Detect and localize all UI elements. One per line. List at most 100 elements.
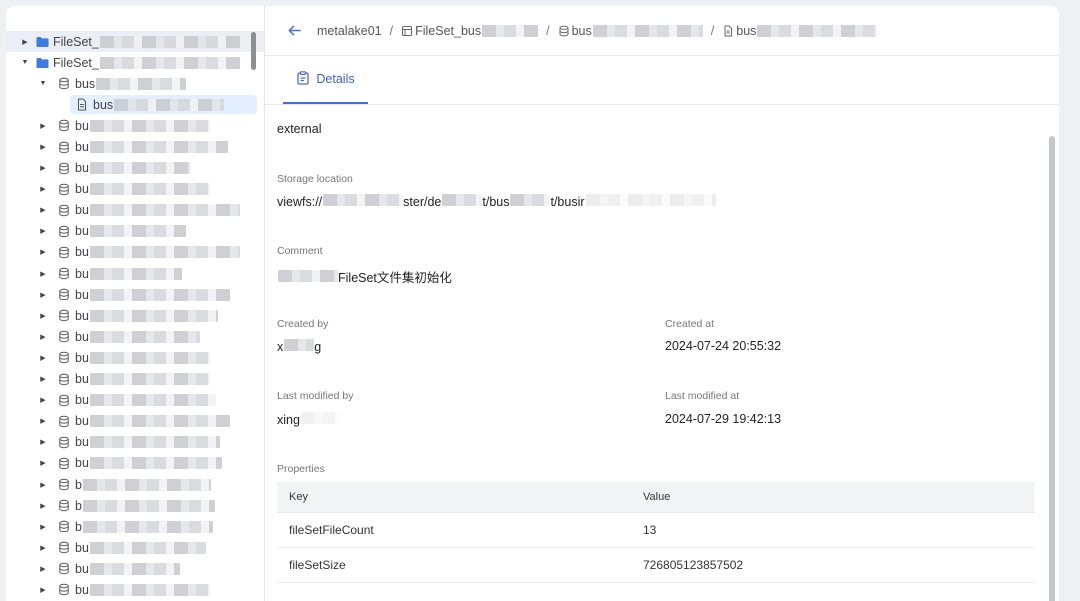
caret-down-icon[interactable]: ▼ [20,58,30,68]
tree-node-schema[interactable]: ▶ bu [6,158,264,179]
tree-node-label: b [75,477,82,492]
tree-node-schema[interactable]: ▶ bu [6,558,264,579]
tree-node-schema[interactable]: ▶ bu [6,284,264,305]
caret-right-icon[interactable]: ▶ [38,564,48,574]
caret-right-icon[interactable]: ▶ [38,184,48,194]
caret-right-icon[interactable]: ▶ [38,480,48,490]
tree-node-schema[interactable]: ▶ bu [6,369,264,390]
redacted-text [757,24,878,37]
tree-node-label: bu [75,561,89,576]
tree-node-catalog[interactable]: ▼ FileSet_ [6,52,264,73]
caret-right-icon[interactable]: ▶ [38,522,48,532]
sidebar-scrollbar[interactable] [251,32,256,70]
app-window: ▶ FileSet_ ▼ FileSet_ ▼ bus bus ▶ bu ▶ bu ▶ bu ▶ bu ▶ bu… [6,6,1059,601]
breadcrumb-separator: / [546,23,550,38]
caret-right-icon[interactable]: ▶ [38,501,48,511]
tree-node-label: bu [75,329,89,344]
caret-right-icon[interactable]: ▶ [38,290,48,300]
redacted-text [89,225,186,238]
tree-node-label: bu [75,266,89,281]
caret-right-icon[interactable]: ▶ [38,395,48,405]
database-icon [58,351,71,364]
tree-node-schema[interactable]: ▶ bu [6,326,264,347]
tree-node-fileset[interactable]: bus [6,94,264,115]
tree-node-schema[interactable]: ▶ b [6,474,264,495]
file-icon [722,25,734,37]
tree-node-label: bu [75,308,89,323]
property-key: fileSetSize [289,558,346,572]
last-modified-by-value: xing [277,412,341,427]
redacted-text [284,339,315,351]
redacted-text [323,194,404,206]
breadcrumb-separator: / [710,23,715,38]
caret-right-icon[interactable]: ▶ [38,543,48,553]
caret-right-icon[interactable]: ▶ [38,353,48,363]
created-by-label: Created by [277,318,329,330]
caret-right-icon[interactable]: ▶ [38,585,48,595]
caret-right-icon[interactable]: ▶ [38,226,48,236]
header-bar: metalake01 / FileSet_bus / bus / bus [265,6,1059,56]
caret-right-icon[interactable]: ▶ [38,458,48,468]
tree-node-schema[interactable]: ▶ bu [6,537,264,558]
created-by-value: xg [277,339,321,354]
redacted-text [82,499,215,512]
tree-node-schema[interactable]: ▶ bu [6,390,264,411]
breadcrumb-schema[interactable]: bus [572,24,592,38]
caret-right-icon[interactable]: ▶ [38,205,48,215]
caret-right-icon[interactable]: ▶ [38,374,48,384]
column-header-value: Value [643,491,671,503]
tree-node-catalog[interactable]: ▶ FileSet_ [6,31,264,53]
tree-node-schema[interactable]: ▶ bu [6,579,264,600]
caret-right-icon[interactable]: ▶ [38,142,48,152]
caret-right-icon[interactable]: ▶ [38,311,48,321]
tab-details[interactable]: Details [283,56,368,104]
redacted-text [82,478,211,491]
database-icon [58,562,71,575]
tree-node-schema[interactable]: ▶ bu [6,263,264,284]
caret-right-icon[interactable]: ▶ [38,269,48,279]
tree-node-schema[interactable]: ▶ bu [6,221,264,242]
database-icon [58,246,71,259]
caret-right-icon[interactable]: ▶ [38,416,48,426]
redacted-text [89,183,210,196]
database-icon [58,499,71,512]
redacted-text [89,288,230,301]
tree-node-schema[interactable]: ▶ bu [6,242,264,263]
caret-right-icon[interactable]: ▶ [20,37,30,47]
comment-label: Comment [277,245,323,257]
tree-node-schema[interactable]: ▶ bu [6,347,264,368]
breadcrumb-catalog[interactable]: FileSet_bus [415,24,481,38]
database-icon [58,541,71,554]
tree-node-schema[interactable]: ▶ bu [6,411,264,432]
back-arrow-icon[interactable] [287,23,303,39]
caret-right-icon[interactable]: ▶ [38,437,48,447]
redacted-text [482,24,539,37]
tree-node-label: bu [75,582,89,597]
tree-node-schema[interactable]: ▼ bus [6,73,264,94]
database-icon [58,330,71,343]
tree-node-schema[interactable]: ▶ bu [6,136,264,157]
tree-node-label: FileSet_ [53,34,99,49]
main-scrollbar[interactable] [1049,136,1055,601]
tree-node-schema[interactable]: ▶ bu [6,432,264,453]
breadcrumb: metalake01 / FileSet_bus / bus / bus [317,23,878,38]
caret-right-icon[interactable]: ▶ [38,121,48,131]
caret-right-icon[interactable]: ▶ [38,247,48,257]
tree-node-schema[interactable]: ▶ bu [6,453,264,474]
tree-node-schema[interactable]: ▶ bu [6,179,264,200]
caret-down-icon[interactable]: ▼ [38,79,48,89]
tree-node-schema[interactable]: ▶ bu [6,305,264,326]
tree-node-schema[interactable]: ▶ b [6,516,264,537]
caret-right-icon[interactable]: ▶ [38,332,48,342]
redacted-text [89,583,210,596]
table-row: fileSetFileCount 13 [277,513,1035,548]
tree-node-schema[interactable]: ▶ bu [6,115,264,136]
caret-right-icon[interactable]: ▶ [38,163,48,173]
tree-node-schema[interactable]: ▶ b [6,495,264,516]
storage-location-mid: ster/de [403,195,442,209]
tree-node-label: bus [75,76,96,91]
redacted-text [82,520,213,533]
database-icon [58,288,71,301]
tree-node-schema[interactable]: ▶ bu [6,200,264,221]
breadcrumb-metalake[interactable]: metalake01 [317,24,382,38]
